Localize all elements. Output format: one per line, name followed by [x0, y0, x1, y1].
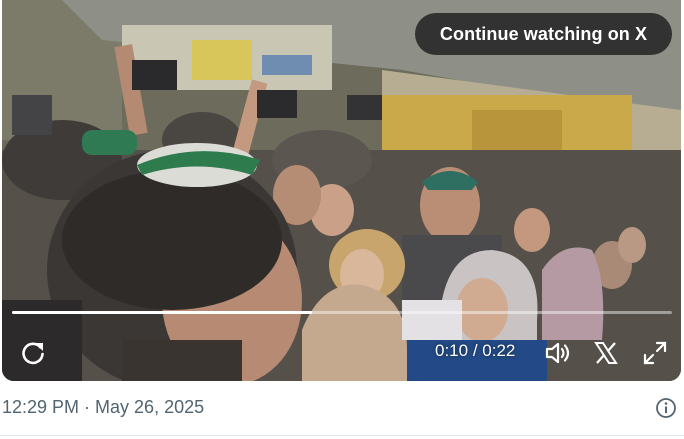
fullscreen-button[interactable]	[642, 340, 668, 366]
info-button[interactable]	[655, 397, 677, 419]
progress-fill	[12, 311, 312, 314]
x-logo-icon	[594, 342, 618, 364]
post-footer: 12:29 PM · May 26, 2025	[0, 381, 684, 439]
volume-icon	[545, 342, 570, 364]
volume-button[interactable]	[544, 339, 574, 367]
replay-icon	[22, 342, 44, 365]
current-time: 0:10	[435, 341, 469, 360]
expand-icon	[643, 341, 667, 365]
info-icon	[656, 398, 676, 418]
video-player[interactable]: Continue watching on X 0:10 / 0:22	[2, 0, 681, 381]
video-frame	[2, 0, 681, 381]
duration: 0:22	[482, 341, 516, 360]
x-logo-button[interactable]	[593, 340, 619, 366]
video-time: 0:10 / 0:22	[435, 341, 515, 361]
progress-bar[interactable]	[12, 311, 672, 314]
continue-watching-button[interactable]: Continue watching on X	[415, 13, 672, 55]
divider	[0, 435, 684, 436]
post-timestamp[interactable]: 12:29 PM · May 26, 2025	[2, 397, 204, 418]
time-separator: /	[472, 341, 478, 360]
replay-button[interactable]	[18, 338, 48, 368]
